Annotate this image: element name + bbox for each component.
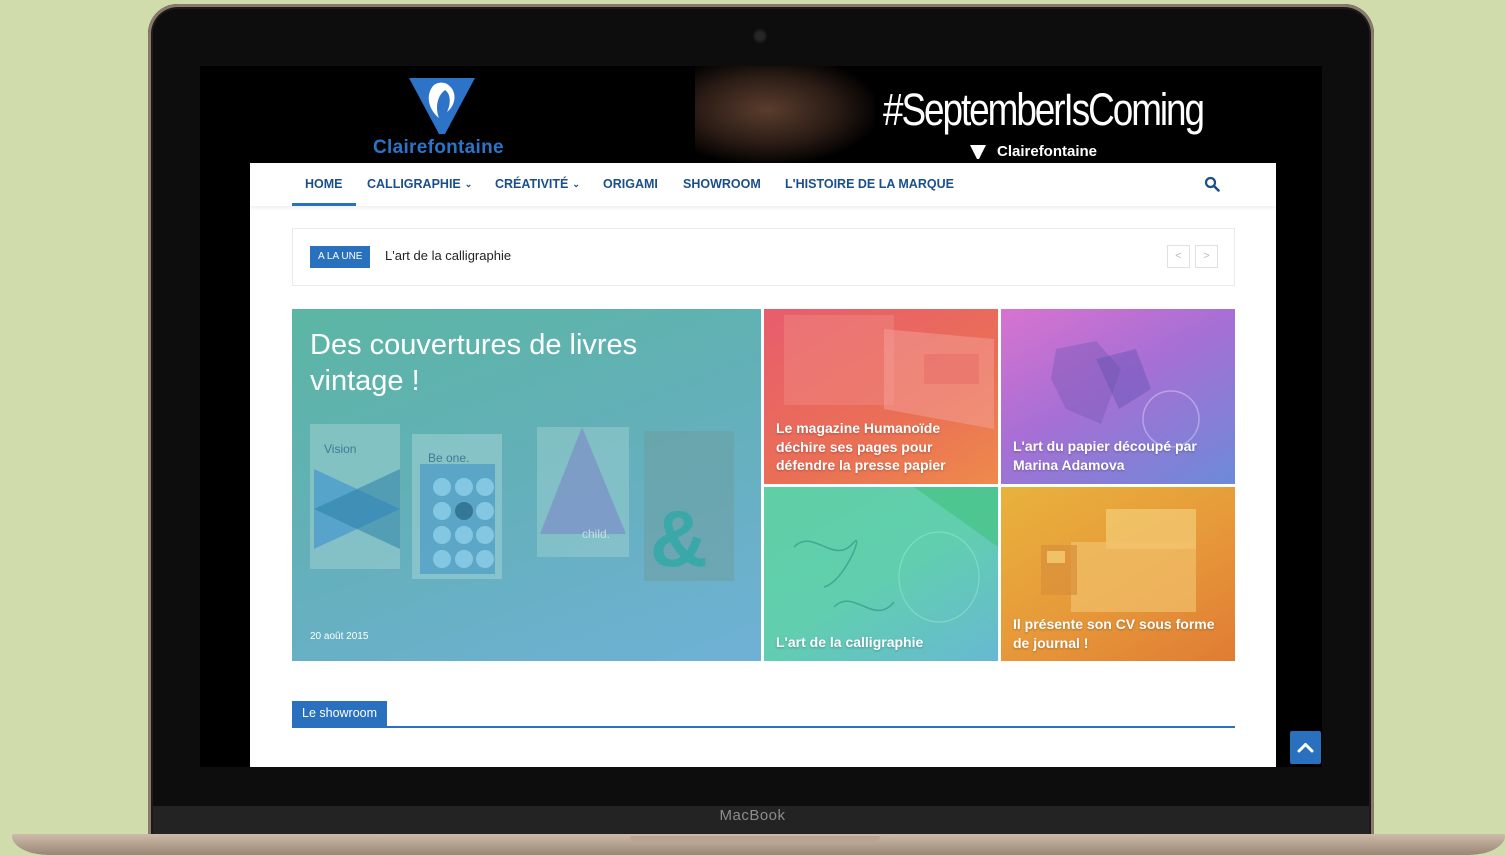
ticker-badge: A LA UNE bbox=[310, 246, 371, 268]
laptop-screen: Clairefontaine #SeptemberIsComing Claire… bbox=[200, 66, 1322, 767]
art-beone-text: Be one. bbox=[428, 451, 470, 465]
back-to-top-button[interactable] bbox=[1290, 731, 1321, 764]
art-vision-text: Vision bbox=[324, 442, 357, 456]
tile-papier-decoupe-title[interactable]: L'art du papier découpé par Marina Adamo… bbox=[1013, 437, 1223, 474]
banner-hashtag: #SeptemberIsComing bbox=[883, 84, 1205, 135]
nav-home[interactable]: HOME bbox=[292, 163, 356, 206]
ticker-next-button[interactable]: > bbox=[1195, 245, 1218, 268]
ticker-prev-button[interactable]: < bbox=[1167, 245, 1190, 268]
featured-tile-calligraphie[interactable]: L'art de la calligraphie bbox=[764, 487, 998, 661]
brand-mark-icon bbox=[970, 145, 986, 159]
featured-main-tile[interactable]: Vision Be one. child. & Des couvertures … bbox=[292, 309, 761, 661]
featured-main-title[interactable]: Des couvertures de livres vintage ! bbox=[310, 327, 730, 399]
chevron-down-icon: ⌄ bbox=[572, 179, 580, 189]
logo-text[interactable]: Clairefontaine bbox=[373, 137, 504, 159]
news-ticker: A LA UNE L'art de la calligraphie < > bbox=[292, 228, 1235, 286]
featured-tile-cv[interactable]: Il présente son CV sous forme de journal… bbox=[1001, 487, 1235, 661]
section-showroom-title[interactable]: Le showroom bbox=[292, 701, 388, 726]
header-banner[interactable]: Clairefontaine #SeptemberIsComing Claire… bbox=[200, 66, 1322, 163]
featured-grid: Vision Be one. child. & Des couvertures … bbox=[292, 309, 1235, 661]
search-icon[interactable] bbox=[1204, 176, 1220, 192]
featured-tile-humanoide[interactable]: Le magazine Humanoïde déchire ses pages … bbox=[764, 309, 998, 484]
art-ampersand-text: & bbox=[650, 494, 708, 583]
nav-home-label: HOME bbox=[305, 177, 343, 191]
ticker-headline[interactable]: L'art de la calligraphie bbox=[385, 248, 511, 263]
banner-photo bbox=[695, 66, 875, 163]
nav-creativite-label: CRÉATIVITÉ bbox=[495, 177, 569, 191]
tile-cv-title[interactable]: Il présente son CV sous forme de journal… bbox=[1013, 615, 1228, 652]
laptop-label: MacBook bbox=[719, 807, 786, 824]
banner-brand: Clairefontaine bbox=[997, 143, 1098, 160]
main-nav: HOME CALLIGRAPHIE ⌄ CRÉATIVITÉ ⌄ ORIGAMI S… bbox=[250, 163, 1276, 206]
nav-origami[interactable]: ORIGAMI bbox=[603, 163, 658, 206]
camera-icon bbox=[755, 31, 765, 41]
nav-histoire-label: L'HISTOIRE DE LA MARQUE bbox=[785, 177, 954, 191]
section-divider bbox=[292, 726, 1235, 728]
laptop-notch bbox=[630, 836, 880, 842]
clairefontaine-logo-icon[interactable] bbox=[407, 74, 477, 136]
chevron-up-icon bbox=[1297, 743, 1314, 753]
nav-creativite[interactable]: CRÉATIVITÉ ⌄ bbox=[495, 163, 580, 206]
nav-calligraphie-label: CALLIGRAPHIE bbox=[367, 177, 461, 191]
tile-calligraphie-title[interactable]: L'art de la calligraphie bbox=[776, 633, 986, 652]
page-content: HOME CALLIGRAPHIE ⌄ CRÉATIVITÉ ⌄ ORIGAMI S… bbox=[250, 163, 1276, 767]
featured-tile-papier-decoupe[interactable]: L'art du papier découpé par Marina Adamo… bbox=[1001, 309, 1235, 484]
tile-humanoide-title[interactable]: Le magazine Humanoïde déchire ses pages … bbox=[776, 419, 976, 475]
nav-showroom-label: SHOWROOM bbox=[683, 177, 761, 191]
featured-main-date: 20 août 2015 bbox=[310, 631, 369, 642]
chevron-down-icon: ⌄ bbox=[464, 179, 473, 189]
nav-calligraphie[interactable]: CALLIGRAPHIE ⌄ bbox=[367, 163, 472, 206]
nav-histoire[interactable]: L'HISTOIRE DE LA MARQUE bbox=[785, 163, 954, 206]
nav-origami-label: ORIGAMI bbox=[603, 177, 658, 191]
art-child-text: child. bbox=[582, 527, 611, 541]
nav-showroom[interactable]: SHOWROOM bbox=[683, 163, 761, 206]
